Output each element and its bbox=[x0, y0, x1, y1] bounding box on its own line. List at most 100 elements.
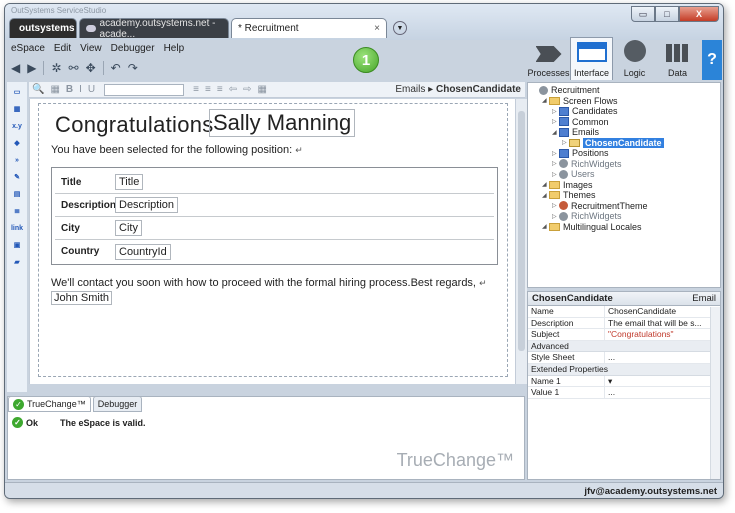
property-row[interactable]: Style Sheet ... bbox=[528, 352, 720, 364]
tree-node[interactable]: ◢ Images bbox=[532, 180, 716, 191]
breadcrumb-parent[interactable]: Emails bbox=[395, 84, 425, 95]
list-widget-icon[interactable]: ≣ bbox=[10, 205, 24, 217]
tab-close-icon[interactable]: × bbox=[374, 23, 380, 34]
outdent-icon[interactable]: ⇨ bbox=[243, 84, 251, 95]
layer-data[interactable]: Data bbox=[656, 37, 699, 80]
form-widget-icon[interactable]: ▤ bbox=[10, 188, 24, 200]
edit-record-icon[interactable]: ✎ bbox=[10, 171, 24, 183]
property-value[interactable]: The email that will be s... bbox=[605, 318, 720, 329]
editor-scrollbar[interactable] bbox=[515, 99, 527, 384]
underline-icon[interactable]: U bbox=[88, 84, 95, 95]
container-widget-icon[interactable]: ▭ bbox=[10, 86, 24, 98]
minimize-button[interactable]: ▭ bbox=[631, 6, 655, 22]
close-button[interactable]: X bbox=[679, 6, 719, 22]
tab-truechange[interactable]: ✓ TrueChange™ bbox=[8, 396, 91, 412]
tree-node[interactable]: ▷ RichWidgets bbox=[532, 211, 716, 222]
tree-node[interactable]: ▷ RichWidgets bbox=[532, 159, 716, 170]
expand-arrow-icon[interactable]: ▷ bbox=[552, 108, 559, 115]
scroll-thumb[interactable] bbox=[518, 111, 525, 351]
tree-node[interactable]: ▷ RecruitmentTheme bbox=[532, 201, 716, 212]
email-body[interactable]: Congratulations Sally Manning You have b… bbox=[38, 103, 508, 377]
properties-scrollbar[interactable] bbox=[710, 307, 720, 479]
property-row[interactable]: Subject "Congratulations" bbox=[528, 329, 720, 341]
layer-processes[interactable]: Processes bbox=[527, 37, 570, 80]
layer-logic[interactable]: Logic bbox=[613, 37, 656, 80]
if-widget-icon[interactable]: ◆ bbox=[10, 137, 24, 149]
tree-node[interactable]: ▷ Users bbox=[532, 169, 716, 180]
property-value[interactable]: ▾ bbox=[605, 376, 720, 387]
congrats-heading[interactable]: Congratulations bbox=[55, 112, 214, 138]
maximize-button[interactable]: □ bbox=[655, 6, 679, 22]
tree-node[interactable]: ▷ ChosenCandidate bbox=[532, 137, 716, 149]
row-expression[interactable]: CountryId bbox=[115, 243, 171, 260]
menu-debugger[interactable]: Debugger bbox=[111, 43, 155, 54]
insert-icon[interactable]: 🔍 bbox=[32, 84, 44, 95]
placeholder-widget-icon[interactable]: ▰ bbox=[10, 256, 24, 268]
input-widget-icon[interactable]: » bbox=[10, 154, 24, 166]
image-widget-icon[interactable]: ▣ bbox=[10, 239, 24, 251]
property-value[interactable]: "Congratulations" bbox=[605, 329, 720, 340]
tree-node[interactable]: ▷ Positions bbox=[532, 148, 716, 159]
expand-arrow-icon[interactable]: ▷ bbox=[552, 150, 559, 157]
back-icon[interactable]: ◀ bbox=[11, 61, 20, 75]
link-widget-icon[interactable]: link bbox=[10, 222, 24, 234]
redo-icon[interactable]: ↷ bbox=[128, 61, 138, 75]
new-tab-button[interactable]: ▼ bbox=[393, 21, 407, 35]
expand-arrow-icon[interactable]: ▷ bbox=[552, 160, 559, 167]
publish-icon[interactable]: ⚯ bbox=[69, 61, 79, 75]
tree-node[interactable]: ◢ Screen Flows bbox=[532, 96, 716, 107]
tab-debugger[interactable]: Debugger bbox=[92, 396, 143, 412]
expand-arrow-icon[interactable]: ▷ bbox=[552, 213, 559, 220]
outro-text[interactable]: We'll contact you soon with how to proce… bbox=[51, 277, 501, 305]
tree-node[interactable]: ▷ Candidates bbox=[532, 106, 716, 117]
signature-expression[interactable]: John Smith bbox=[51, 291, 113, 305]
settings-icon[interactable]: ✲ bbox=[51, 61, 61, 75]
menu-view[interactable]: View bbox=[80, 43, 102, 54]
tree-node[interactable]: Recruitment bbox=[532, 85, 716, 96]
section-advanced[interactable]: Advanced bbox=[528, 340, 720, 353]
expression-widget-icon[interactable]: x.y bbox=[10, 120, 24, 132]
table-insert-icon[interactable]: ▦ bbox=[257, 84, 266, 95]
italic-icon[interactable]: I bbox=[79, 84, 82, 95]
row-expression[interactable]: Title bbox=[115, 174, 144, 190]
expand-arrow-icon[interactable]: ◢ bbox=[552, 129, 559, 136]
tree-node[interactable]: ◢ Multilingual Locales bbox=[532, 222, 716, 233]
grid-icon[interactable]: ▦ bbox=[50, 84, 59, 95]
expand-arrow-icon[interactable]: ▷ bbox=[552, 171, 559, 178]
tab-recruitment[interactable]: * Recruitment × bbox=[231, 18, 387, 38]
tree-node[interactable]: ◢ Emails bbox=[532, 127, 716, 138]
undo-icon[interactable]: ↶ bbox=[111, 61, 121, 75]
section-extended-properties[interactable]: Extended Properties bbox=[528, 363, 720, 376]
debug-icon[interactable]: ✥ bbox=[86, 61, 96, 75]
align-center-icon[interactable]: ≡ bbox=[205, 84, 211, 95]
expand-arrow-icon[interactable]: ▷ bbox=[562, 139, 569, 146]
menu-edit[interactable]: Edit bbox=[54, 43, 71, 54]
property-value[interactable]: ... bbox=[605, 387, 720, 398]
tab-outsystems-logo[interactable]: outsystems bbox=[9, 18, 77, 38]
position-table[interactable]: Title Title Description Description City… bbox=[51, 167, 498, 265]
expand-arrow-icon[interactable]: ◢ bbox=[542, 97, 549, 104]
expand-arrow-icon[interactable]: ◢ bbox=[542, 192, 549, 199]
menu-help[interactable]: Help bbox=[164, 43, 185, 54]
tab-academy-site[interactable]: academy.outsystems.net - acade... bbox=[79, 18, 229, 40]
tree-node[interactable]: ◢ Themes bbox=[532, 190, 716, 201]
expand-arrow-icon[interactable]: ◢ bbox=[542, 181, 549, 188]
email-canvas[interactable]: Congratulations Sally Manning You have b… bbox=[29, 99, 515, 384]
menu-espace[interactable]: eSpace bbox=[11, 43, 45, 54]
font-select[interactable] bbox=[104, 83, 185, 96]
property-value[interactable]: ChosenCandidate bbox=[605, 306, 720, 317]
expand-arrow-icon[interactable]: ◢ bbox=[542, 223, 549, 230]
layer-interface[interactable]: Interface bbox=[570, 37, 613, 80]
help-button[interactable]: ? bbox=[702, 40, 722, 80]
row-expression[interactable]: Description bbox=[115, 197, 179, 213]
align-right-icon[interactable]: ≡ bbox=[217, 84, 223, 95]
indent-icon[interactable]: ⇦ bbox=[229, 84, 237, 95]
bold-icon[interactable]: B bbox=[66, 84, 73, 95]
property-row[interactable]: Value 1 ... bbox=[528, 387, 720, 399]
row-expression[interactable]: City bbox=[115, 220, 142, 236]
candidate-name-expression[interactable]: Sally Manning bbox=[209, 109, 356, 137]
expand-arrow-icon[interactable]: ▷ bbox=[552, 202, 559, 209]
validation-message[interactable]: ✓ Ok The eSpace is valid. bbox=[12, 417, 146, 428]
intro-text[interactable]: You have been selected for the following… bbox=[51, 144, 303, 156]
property-row[interactable]: Name 1 ▾ bbox=[528, 375, 720, 388]
